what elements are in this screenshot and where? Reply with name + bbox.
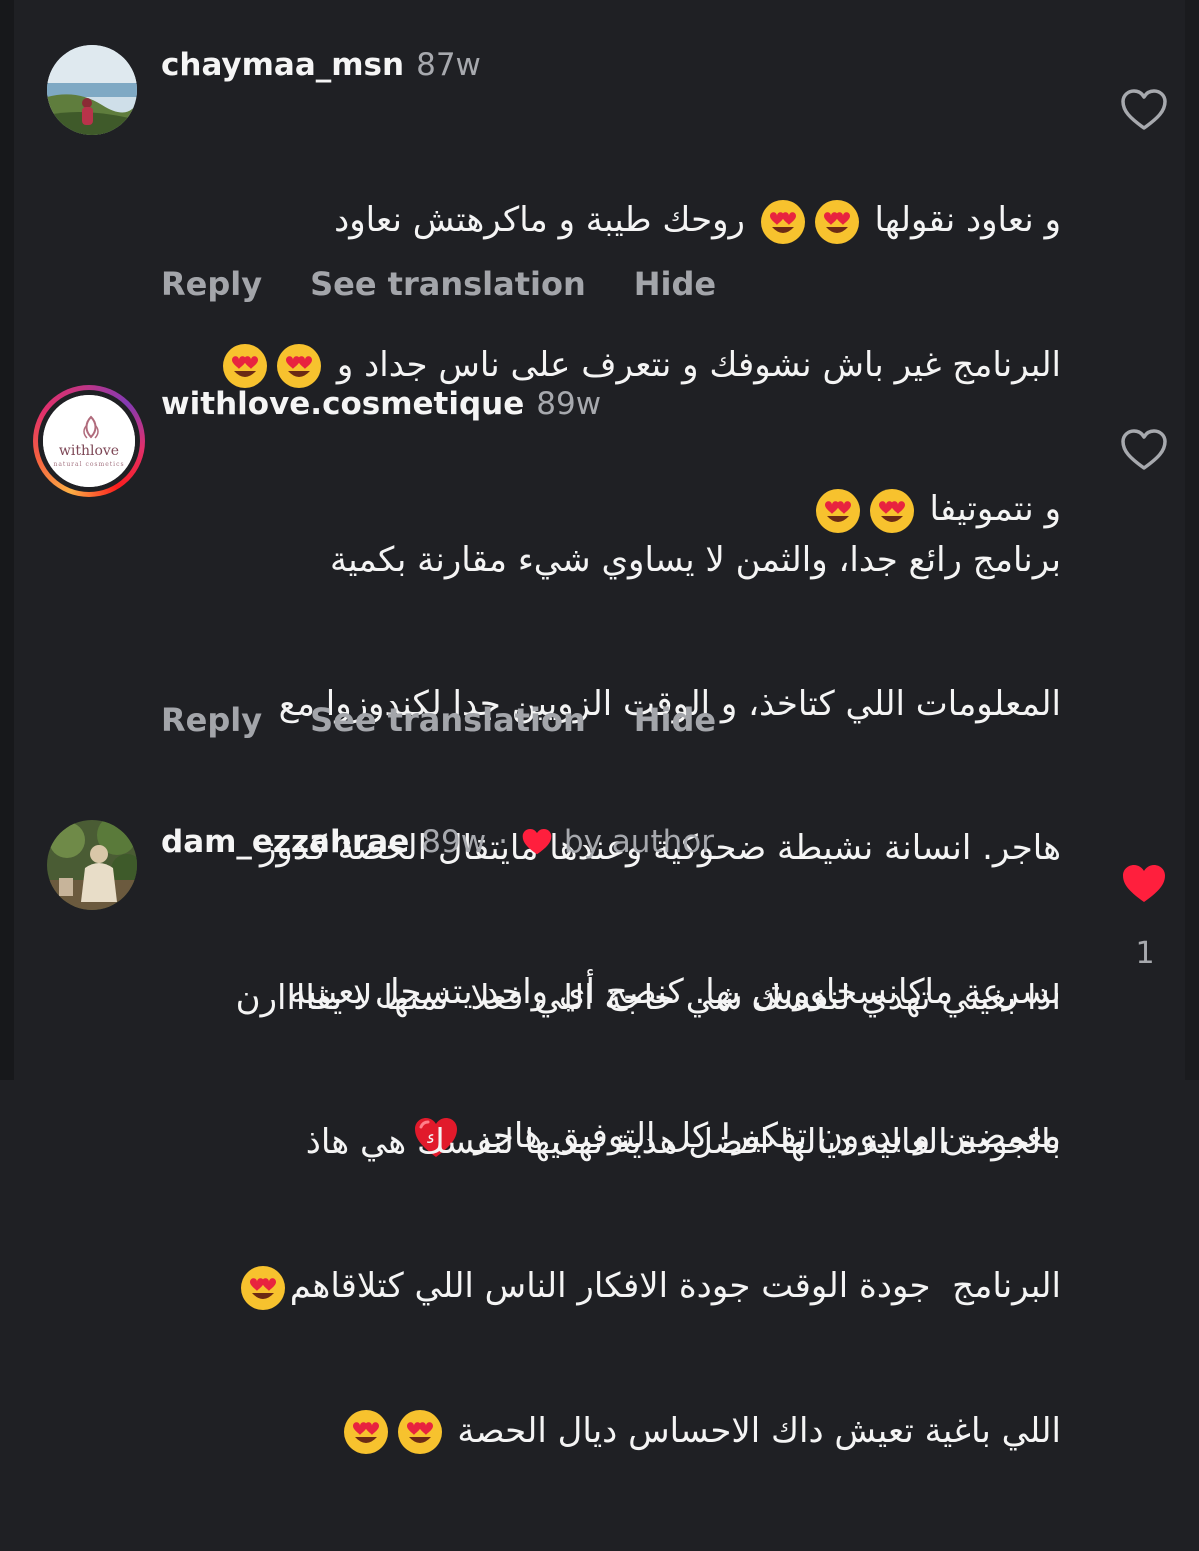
heart-outline-icon [1121,429,1167,470]
heart-eyes-emoji-icon [343,1409,389,1455]
garden-photo-avatar-icon [47,820,137,910]
comment-line: اللي باغية تعيش داك الاحساس ديال الحصة [161,1407,1061,1456]
beach-photo-avatar-icon [47,45,137,135]
timestamp: 87w [416,47,481,83]
comment-line: بالجودة العالية ديالها افضل هدية تهديها … [305,1122,1061,1162]
comment-line: البرنامج جودة الوقت جودة الافكار الناس ا… [161,1262,1061,1311]
separator-dot: · [498,824,508,860]
liked-by-author-label: by author [563,824,714,860]
like-button[interactable] [1120,88,1168,132]
heart-eyes-emoji-icon [222,343,268,389]
like-button[interactable] [1120,428,1168,472]
heart-outline-icon [1121,89,1167,130]
like-button[interactable] [1120,862,1168,906]
avatar[interactable] [47,820,137,910]
see-translation-button[interactable]: See translation [310,701,586,739]
hide-button[interactable]: Hide [634,701,716,739]
author-heart-icon [520,827,554,857]
comment-line: و نعاود نقولها روحك طيبة و ماكرهتش نعاود [161,196,1061,245]
username[interactable]: chaymaa_msn [161,47,404,83]
heart-filled-icon [1123,865,1165,902]
heart-eyes-emoji-icon [814,199,860,245]
left-edge [0,0,14,1080]
logo-text: withlove [58,443,120,459]
see-translation-button[interactable]: See translation [310,265,586,303]
logo-subtext: natural cosmetics [53,461,125,468]
comment-line: برنامج رائع جدا، والثمن لا يساوي شيء مقا… [329,540,1061,580]
timestamp: 89w [421,824,487,860]
heart-eyes-emoji-icon [276,343,322,389]
right-edge [1185,0,1199,1080]
comment-text: اذا بغيتي تهدي لنفسك شي حاجة اللي فعلا ث… [161,878,1061,1551]
timestamp: 89w [536,386,602,422]
like-count: 1 [1135,936,1155,971]
story-ring-avatar[interactable]: withlove natural cosmetics [33,385,145,497]
heart-eyes-emoji-icon [760,199,806,245]
hide-button[interactable]: Hide [634,265,716,303]
withlove-logo-icon: withlove natural cosmetics [43,395,135,487]
reply-button[interactable]: Reply [161,701,262,739]
heart-eyes-emoji-icon [240,1265,286,1311]
reply-button[interactable]: Reply [161,265,262,303]
heart-eyes-emoji-icon [397,1409,443,1455]
username[interactable]: withlove.cosmetique [161,386,524,422]
avatar[interactable] [47,45,137,135]
comment-line: البرنامج غير باش نشوفك و نتعرف على ناس ج… [161,341,1061,390]
comment-line: اذا بغيتي تهدي لنفسك شي حاجة اللي فعلا ث… [235,978,1061,1018]
username[interactable]: dam_ezzahrae [161,824,409,860]
